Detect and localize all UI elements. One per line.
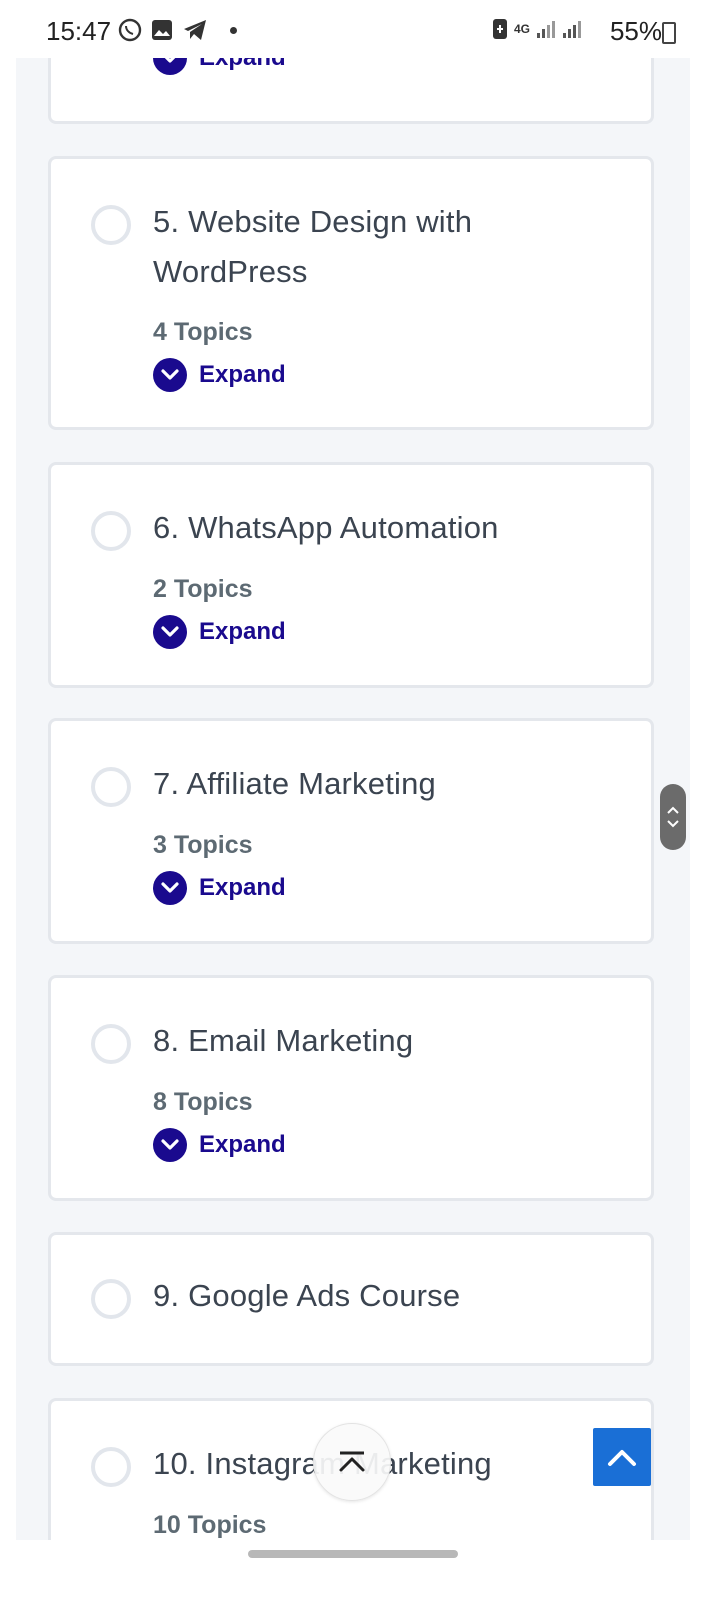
module-card-6[interactable]: 6. WhatsApp Automation 2 Topics Expand — [48, 462, 654, 688]
expand-button[interactable]: Expand — [153, 871, 286, 905]
signal-icons: 4G — [492, 18, 582, 40]
scrollbar-handle[interactable] — [660, 784, 686, 850]
completion-radio[interactable] — [91, 767, 131, 807]
module-card-7[interactable]: 7. Affiliate Marketing 3 Topics Expand — [48, 718, 654, 944]
gesture-nav-bar[interactable] — [248, 1550, 458, 1558]
expand-label: Expand — [199, 1131, 286, 1158]
completion-radio[interactable] — [91, 1279, 131, 1319]
module-card-4: Expand — [48, 58, 654, 124]
signal-2-icon — [563, 21, 581, 38]
chevron-down-icon — [153, 871, 187, 905]
topic-count: 2 Topics — [153, 575, 253, 603]
dot-icon — [230, 26, 237, 34]
completion-radio[interactable] — [91, 511, 131, 551]
whatsapp-icon — [118, 18, 142, 42]
battery-icon — [662, 22, 676, 44]
expand-label: Expand — [199, 361, 286, 388]
module-card-9[interactable]: 9. Google Ads Course — [48, 1232, 654, 1366]
status-time: 15:47 — [46, 16, 112, 46]
expand-button[interactable]: Expand — [153, 1128, 286, 1162]
network-type: 4G — [513, 22, 530, 36]
chevron-down-icon — [153, 58, 187, 75]
chevron-up-icon — [667, 806, 679, 814]
telegram-icon — [184, 20, 206, 40]
module-title[interactable]: 7. Affiliate Marketing — [153, 759, 436, 809]
topic-count: 3 Topics — [153, 831, 253, 859]
chevron-up-icon — [608, 1450, 636, 1466]
expand-label: Expand — [199, 874, 286, 901]
data-saver-icon — [492, 19, 507, 39]
expand-button[interactable]: Expand — [153, 615, 286, 649]
signal-1-icon — [537, 21, 555, 38]
chevron-down-icon — [667, 820, 679, 828]
double-chevron-up-icon — [339, 1451, 365, 1472]
completion-radio[interactable] — [91, 1447, 131, 1487]
topic-count: 10 Topics — [153, 1511, 267, 1539]
curriculum-list[interactable]: Expand 5. Website Design with WordPress … — [16, 58, 690, 1540]
back-to-top-button[interactable] — [593, 1428, 651, 1486]
module-title[interactable]: 6. WhatsApp Automation — [153, 503, 499, 553]
expand-label: Expand — [199, 618, 286, 645]
status-bar: 15:47 4G 55% — [0, 0, 720, 58]
expand-label: Expand — [199, 58, 286, 72]
notification-icons — [118, 18, 237, 42]
chevron-down-icon — [153, 615, 187, 649]
topic-count: 8 Topics — [153, 1088, 253, 1116]
topic-count: 4 Topics — [153, 318, 253, 346]
chevron-down-icon — [153, 358, 187, 392]
module-title[interactable]: 5. Website Design with WordPress — [153, 197, 533, 297]
scroll-to-top-float-button[interactable] — [313, 1423, 391, 1501]
module-title[interactable]: 8. Email Marketing — [153, 1016, 413, 1066]
battery-percent: 55% — [609, 16, 662, 46]
expand-button[interactable]: Expand — [153, 358, 286, 392]
module-card-5[interactable]: 5. Website Design with WordPress 4 Topic… — [48, 156, 654, 430]
expand-button[interactable]: Expand — [153, 58, 286, 75]
chevron-down-icon — [153, 1128, 187, 1162]
gallery-icon — [152, 20, 172, 40]
completion-radio[interactable] — [91, 1024, 131, 1064]
module-title[interactable]: 9. Google Ads Course — [153, 1271, 460, 1321]
completion-radio[interactable] — [91, 205, 131, 245]
module-card-8[interactable]: 8. Email Marketing 8 Topics Expand — [48, 975, 654, 1201]
